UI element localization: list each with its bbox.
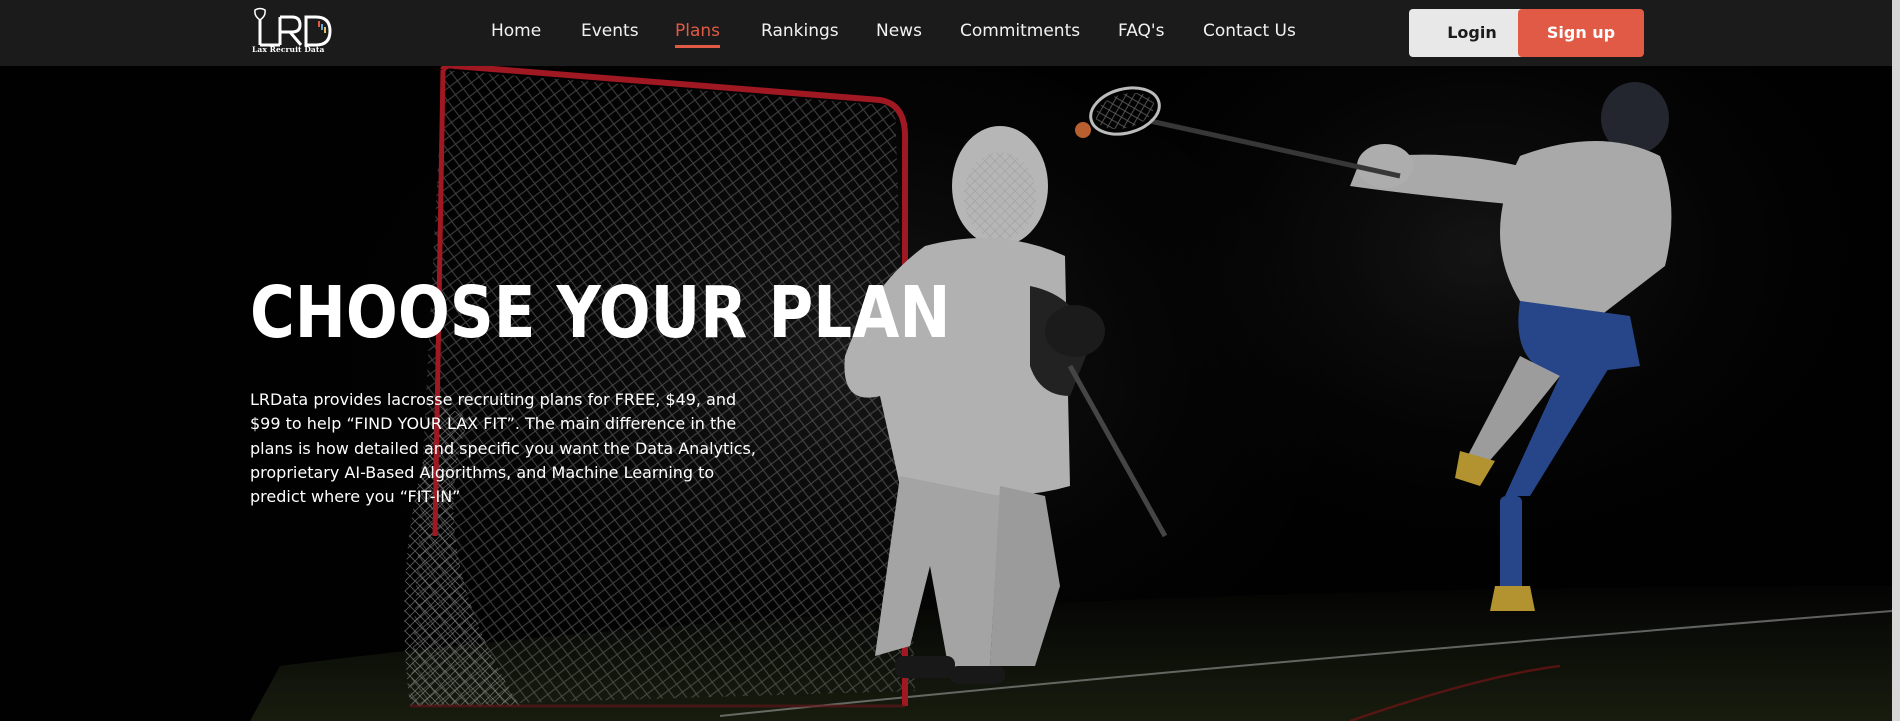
hero-section: CHOOSE YOUR PLAN LRData provides lacross… bbox=[0, 66, 1892, 721]
nav-contact-us[interactable]: Contact Us bbox=[1203, 21, 1296, 45]
login-button[interactable]: Login bbox=[1409, 9, 1535, 57]
nav-commitments[interactable]: Commitments bbox=[960, 21, 1080, 45]
page-scrollbar[interactable] bbox=[1892, 0, 1900, 721]
logo-subtitle: Lax Recruit Data bbox=[252, 45, 325, 54]
nav-events[interactable]: Events bbox=[581, 21, 639, 45]
nav-news[interactable]: News bbox=[876, 21, 922, 45]
site-logo[interactable]: Lax Recruit Data bbox=[250, 7, 342, 59]
nav-rankings[interactable]: Rankings bbox=[761, 21, 839, 45]
hero-description: LRData provides lacrosse recruiting plan… bbox=[250, 390, 756, 507]
top-navbar: Lax Recruit Data Home Events Plans Ranki… bbox=[0, 0, 1900, 66]
nav-plans[interactable]: Plans bbox=[675, 21, 721, 48]
signup-button[interactable]: Sign up bbox=[1518, 9, 1644, 57]
page-title: CHOOSE YOUR PLAN bbox=[250, 271, 951, 354]
nav-home[interactable]: Home bbox=[491, 21, 541, 45]
nav-faqs[interactable]: FAQ's bbox=[1118, 21, 1164, 45]
